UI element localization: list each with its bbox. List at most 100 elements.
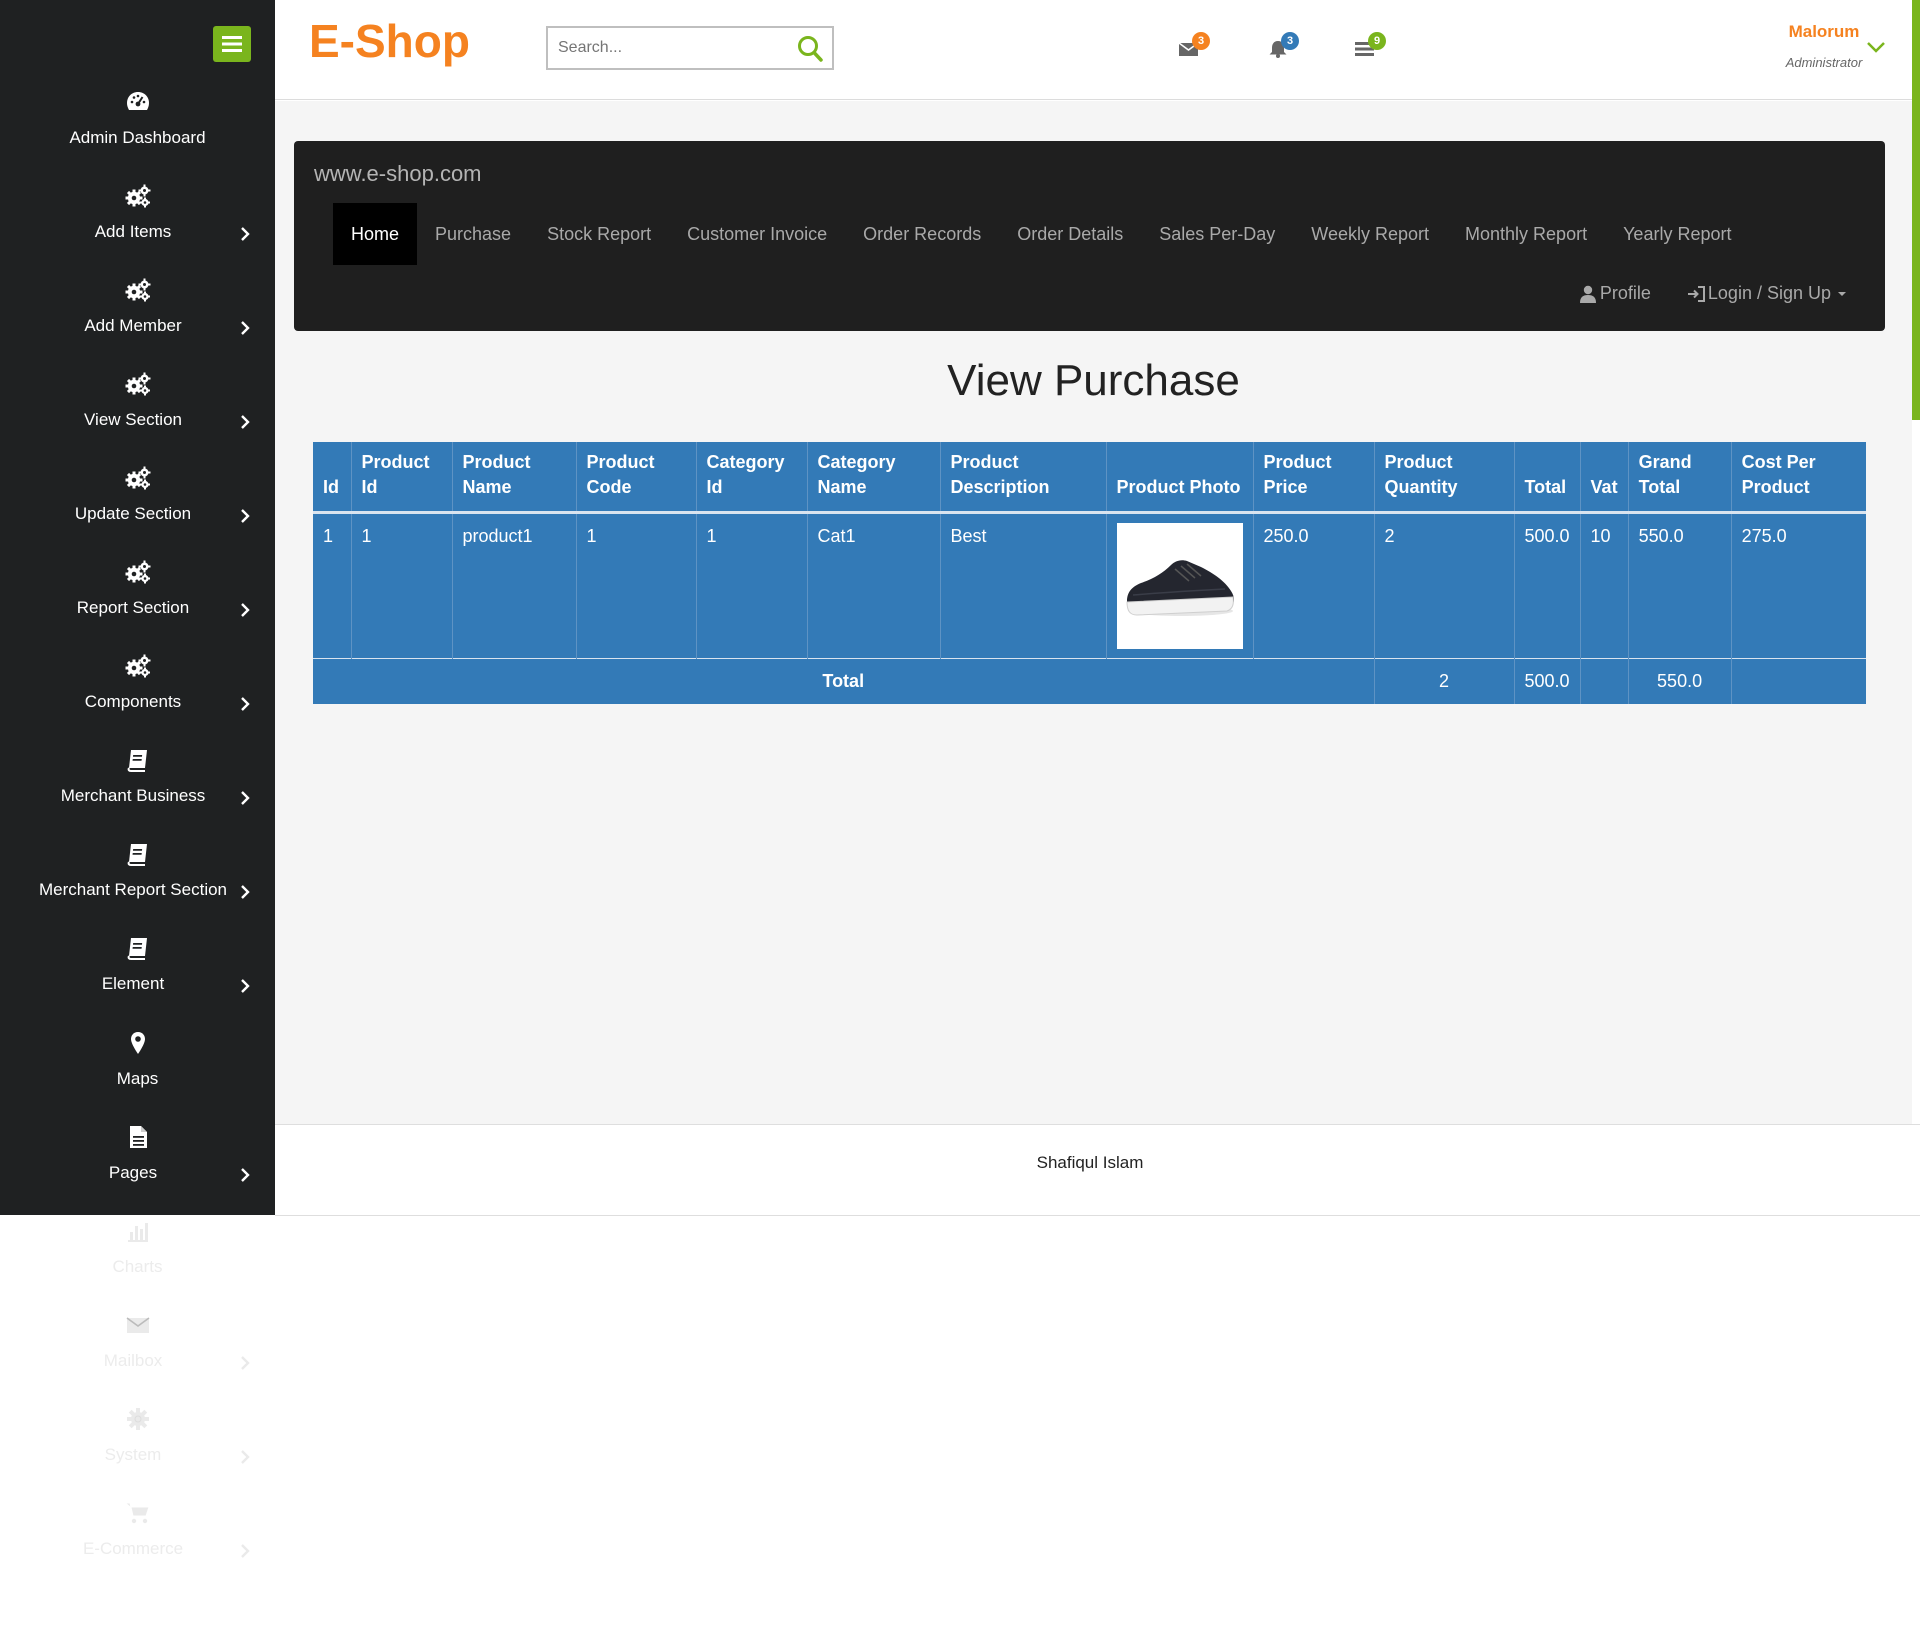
sidebar-item-label: Report Section (76, 598, 190, 617)
sidebar-item-pages[interactable]: Pages (0, 1123, 275, 1217)
col-product-description: Product Description (940, 442, 1107, 514)
book-icon (124, 934, 152, 962)
chevron-right-icon (241, 415, 250, 429)
chevron-right-icon (241, 227, 250, 241)
cell-photo (1106, 512, 1254, 658)
file-icon (124, 1123, 152, 1151)
footer-grand-total: 550.0 (1628, 657, 1732, 704)
col-total: Total (1514, 442, 1581, 514)
col-product-quantity: Product Quantity (1374, 442, 1515, 514)
tasks-badge: 9 (1368, 32, 1386, 50)
sidebar-item-label: Element (101, 974, 165, 993)
table-header-row: Id Product Id Product Name Product Code … (313, 442, 1866, 514)
product-photo[interactable] (1116, 522, 1243, 649)
cell-category-name: Cat1 (807, 512, 941, 658)
cell-product-id: 1 (351, 512, 453, 658)
tab-weekly-report[interactable]: Weekly Report (1293, 203, 1447, 265)
chevron-down-icon[interactable] (1863, 36, 1889, 58)
profile-label: Profile (1599, 283, 1651, 303)
brand-logo[interactable]: E-Shop (309, 14, 470, 68)
col-product-photo: Product Photo (1106, 442, 1254, 514)
sidebar-item-charts[interactable]: Charts (0, 1217, 275, 1311)
site-url[interactable]: www.e-shop.com (314, 161, 482, 187)
search-input[interactable] (556, 35, 786, 61)
menu-toggle-button[interactable] (213, 26, 251, 62)
chevron-right-icon (241, 603, 250, 617)
main-content: www.e-shop.com Home Purchase Stock Report C… (275, 101, 1912, 1124)
sidebar-item-system[interactable]: System (0, 1405, 275, 1499)
messages-badge: 3 (1192, 32, 1210, 50)
col-product-price: Product Price (1253, 442, 1375, 514)
sidebar-item-merchant-report-section[interactable]: Merchant Report Section (0, 840, 275, 934)
sidebar-item-label: Admin Dashboard (69, 128, 206, 147)
tab-purchase[interactable]: Purchase (417, 203, 529, 265)
profile-link[interactable]: Profile (1579, 283, 1651, 304)
tab-order-details[interactable]: Order Details (999, 203, 1141, 265)
chevron-right-icon (241, 1168, 250, 1182)
sidebar-item-label: Update Section (74, 504, 192, 523)
tab-order-records[interactable]: Order Records (845, 203, 999, 265)
messages-button[interactable]: 3 (1178, 32, 1218, 66)
page-scrollbar[interactable] (1912, 0, 1920, 420)
cell-grand-total: 550.0 (1628, 512, 1732, 658)
tab-customer-invoice[interactable]: Customer Invoice (669, 203, 845, 265)
tab-yearly-report[interactable]: Yearly Report (1605, 203, 1749, 265)
chevron-right-icon (241, 321, 250, 335)
chevron-right-icon (241, 509, 250, 523)
chevron-right-icon (241, 1356, 250, 1370)
gears-icon (124, 182, 152, 210)
cell-total: 500.0 (1514, 512, 1581, 658)
cell-description: Best (940, 512, 1107, 658)
col-vat: Vat (1580, 442, 1629, 514)
gears-icon (124, 652, 152, 680)
top-navbar: www.e-shop.com Home Purchase Stock Report C… (294, 141, 1885, 331)
sidebar-item-report-section[interactable]: Report Section (0, 558, 275, 652)
footer-vat (1580, 657, 1629, 704)
chevron-right-icon (241, 1450, 250, 1464)
sidebar-item-mailbox[interactable]: Mailbox (0, 1311, 275, 1405)
notifications-badge: 3 (1281, 32, 1299, 50)
col-product-id: Product Id (351, 442, 453, 514)
tab-monthly-report[interactable]: Monthly Report (1447, 203, 1605, 265)
sidebar-item-maps[interactable]: Maps (0, 1029, 275, 1123)
col-cost-per-product: Cost Per Product (1731, 442, 1866, 514)
page-footer: Shafiqul Islam (275, 1124, 1920, 1216)
sidebar-item-merchant-business[interactable]: Merchant Business (0, 746, 275, 840)
tasks-button[interactable]: 9 (1354, 32, 1394, 66)
search-icon[interactable] (796, 34, 824, 64)
sidebar-item-admin-dashboard[interactable]: Admin Dashboard (0, 88, 275, 182)
sidebar-item-label: Merchant Business (60, 786, 206, 805)
tab-sales-per-day[interactable]: Sales Per-Day (1141, 203, 1293, 265)
search-box (546, 26, 834, 70)
caret-down-icon (1838, 291, 1846, 296)
sidebar-item-element[interactable]: Element (0, 934, 275, 1028)
col-grand-total: Grand Total (1628, 442, 1732, 514)
sidebar-item-update-section[interactable]: Update Section (0, 464, 275, 558)
login-label: Login / Sign Up (1707, 283, 1831, 303)
sidebar-item-e-commerce[interactable]: E-Commerce (0, 1499, 275, 1593)
page-title: View Purchase (947, 356, 1240, 405)
sidebar-item-label: Mailbox (103, 1351, 163, 1370)
col-id: Id (313, 442, 352, 514)
chevron-right-icon (241, 979, 250, 993)
gears-icon (124, 464, 152, 492)
sidebar-item-label: E-Commerce (82, 1539, 184, 1558)
sidebar-item-add-member[interactable]: Add Member (0, 276, 275, 370)
gears-icon (124, 276, 152, 304)
col-product-code: Product Code (576, 442, 697, 514)
sneaker-image (1125, 559, 1234, 616)
tab-stock-report[interactable]: Stock Report (529, 203, 669, 265)
chevron-right-icon (241, 885, 250, 899)
notifications-button[interactable]: 3 (1267, 32, 1307, 66)
chevron-right-icon (241, 791, 250, 805)
login-dropdown[interactable]: Login / Sign Up (1687, 283, 1847, 304)
tab-home[interactable]: Home (333, 203, 418, 265)
sidebar-item-add-items[interactable]: Add Items (0, 182, 275, 276)
col-product-name: Product Name (452, 442, 577, 514)
table-row[interactable]: 1 1 product1 1 1 Cat1 Best 250.0 2 500.0… (313, 512, 1866, 658)
sidebar-item-view-section[interactable]: View Section (0, 370, 275, 464)
sidebar-item-components[interactable]: Components (0, 652, 275, 746)
sidebar-item-label: Pages (108, 1163, 158, 1182)
map-marker-icon (124, 1029, 152, 1057)
sidebar-item-label: Components (84, 692, 182, 711)
